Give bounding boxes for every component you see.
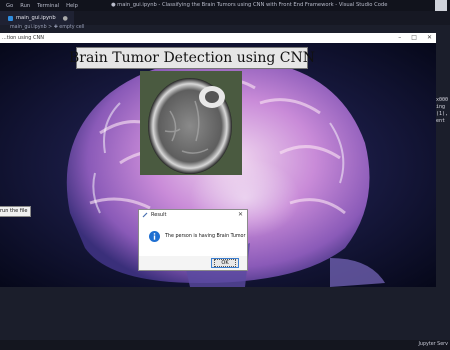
close-icon[interactable]: ✕ xyxy=(427,34,432,41)
app-window-controls: – □ ✕ xyxy=(398,34,432,41)
maximize-icon[interactable]: □ xyxy=(411,34,417,41)
tab-modified-dot-icon[interactable]: ● xyxy=(63,15,68,22)
dialog-title: Result xyxy=(151,212,167,218)
menu-help[interactable]: Help xyxy=(66,3,78,9)
tab-label: main_gui.ipynb xyxy=(16,15,56,21)
menu-run[interactable]: Run xyxy=(20,3,30,9)
menu-go[interactable]: Go xyxy=(6,3,13,9)
vscode-title-bar: Go Run Terminal Help ● main_gui.ipynb - … xyxy=(0,0,450,11)
vscode-menu-bar: Go Run Terminal Help xyxy=(0,3,78,9)
app-window-title: ...tion using CNN xyxy=(2,35,45,41)
info-icon xyxy=(149,231,160,242)
editor-tab-bar: main_gui.ipynb ● xyxy=(0,11,450,25)
code-line: (1), xyxy=(436,111,449,117)
vscode-window-control[interactable] xyxy=(435,0,447,11)
app-title-bar: ...tion using CNN – □ ✕ xyxy=(0,33,436,43)
jupyter-server-status[interactable]: Jupyter Serv xyxy=(419,342,448,347)
dialog-body: The person is having Brain Tumor xyxy=(139,220,247,256)
ok-button[interactable]: OK xyxy=(211,258,239,268)
status-bar: Jupyter Serv xyxy=(0,340,450,350)
close-icon[interactable]: ✕ xyxy=(238,211,243,218)
code-line: ent xyxy=(436,118,446,124)
feather-icon xyxy=(142,212,148,218)
code-line: ing xyxy=(436,104,446,110)
code-peek: x000 ing (1), ent xyxy=(436,97,450,137)
menu-terminal[interactable]: Terminal xyxy=(37,3,59,9)
result-dialog: Result ✕ The person is having Brain Tumo… xyxy=(138,209,248,271)
vscode-window-title: ● main_gui.ipynb - Classifying the Brain… xyxy=(111,2,388,8)
code-line: x000 xyxy=(436,97,449,103)
app-window: ...tion using CNN – □ ✕ Brain Tumor Dete… xyxy=(0,33,436,287)
page-title: Brain Tumor Detection using CNN xyxy=(69,47,315,69)
run-file-button[interactable]: run the file xyxy=(0,206,32,217)
mri-scan-image xyxy=(140,71,242,175)
minimize-icon[interactable]: – xyxy=(398,34,401,41)
breadcrumb[interactable]: main_gui.ipynb > ✚ empty cell xyxy=(0,25,450,33)
notebook-icon xyxy=(8,15,13,21)
tab-main-gui[interactable]: main_gui.ipynb ● xyxy=(0,11,74,25)
dialog-message: The person is having Brain Tumor xyxy=(165,234,246,239)
ok-button-label: OK xyxy=(214,259,236,267)
